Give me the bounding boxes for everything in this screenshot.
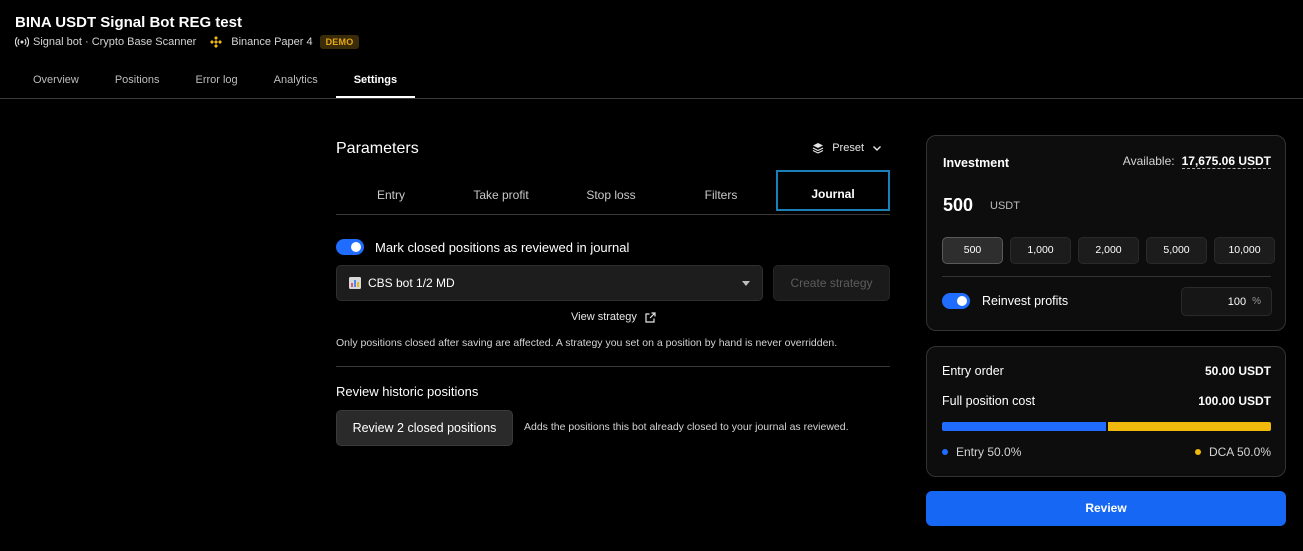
entry-legend-item: Entry 50.0%	[942, 445, 1021, 459]
section-divider	[336, 366, 890, 367]
amount-presets: 500 1,000 2,000 5,000 10,000	[942, 237, 1275, 264]
position-cost-card: Entry order 50.00 USDT Full position cos…	[926, 346, 1286, 477]
bar-chart-icon	[349, 277, 361, 289]
full-cost-row: Full position cost 100.00 USDT	[942, 394, 1271, 408]
journal-note: Only positions closed after saving are a…	[336, 337, 838, 349]
header-divider	[0, 98, 1303, 99]
tab-settings[interactable]: Settings	[335, 62, 416, 98]
tab-positions[interactable]: Positions	[97, 62, 178, 98]
cost-legend: Entry 50.0% DCA 50.0%	[942, 445, 1271, 459]
tab-error-log[interactable]: Error log	[177, 62, 255, 98]
entry-bar-segment	[942, 422, 1106, 431]
tab-filters[interactable]: Filters	[666, 170, 776, 214]
available-amount[interactable]: 17,675.06 USDT	[1181, 154, 1271, 169]
reinvest-toggle[interactable]	[942, 293, 970, 309]
review-button[interactable]: Review	[926, 491, 1286, 526]
dca-legend-item: DCA 50.0%	[1194, 445, 1271, 459]
signal-icon	[15, 36, 29, 48]
entry-order-value: 50.00 USDT	[1204, 364, 1271, 378]
binance-icon	[210, 36, 223, 48]
historic-title: Review historic positions	[336, 384, 479, 399]
account-name: Binance Paper 4	[231, 36, 313, 48]
parameters-title: Parameters	[336, 140, 419, 157]
review-closed-positions-button[interactable]: Review 2 closed positions	[336, 410, 513, 446]
view-strategy-link[interactable]: View strategy	[571, 311, 656, 323]
preset-dropdown[interactable]: Preset	[812, 142, 882, 154]
tab-take-profit[interactable]: Take profit	[446, 170, 556, 214]
investment-unit: USDT	[990, 200, 1020, 212]
tab-stop-loss[interactable]: Stop loss	[556, 170, 666, 214]
dca-dot-icon	[1194, 449, 1201, 455]
external-link-icon	[645, 311, 656, 323]
entry-dot-icon	[942, 449, 948, 455]
parameter-tabs: Entry Take profit Stop loss Filters Jour…	[336, 170, 890, 215]
full-cost-value: 100.00 USDT	[1198, 394, 1271, 408]
caret-down-icon	[742, 281, 750, 287]
tab-entry[interactable]: Entry	[336, 170, 446, 214]
strategy-select[interactable]: CBS bot 1/2 MD	[336, 265, 763, 301]
dca-legend-label: DCA 50.0%	[1208, 445, 1271, 459]
bot-type: Signal bot · Crypto Base Scanner	[33, 36, 197, 48]
dca-bar-segment	[1107, 422, 1271, 431]
entry-legend-label: Entry 50.0%	[956, 445, 1022, 459]
reinvest-label: Reinvest profits	[982, 294, 1069, 308]
page-title: BINA USDT Signal Bot REG test	[15, 14, 242, 31]
amount-1000-button[interactable]: 1,000	[1010, 237, 1071, 264]
available-balance: Available: 17,675.06 USDT	[1123, 154, 1271, 169]
main-tabs: Overview Positions Error log Analytics S…	[15, 62, 1303, 99]
chevron-down-icon	[872, 143, 882, 153]
full-cost-label: Full position cost	[942, 394, 1036, 408]
available-label: Available:	[1122, 154, 1175, 168]
tab-overview[interactable]: Overview	[15, 62, 97, 98]
mark-reviewed-toggle[interactable]	[336, 239, 364, 255]
tab-analytics[interactable]: Analytics	[256, 62, 336, 98]
create-strategy-button[interactable]: Create strategy	[773, 265, 890, 301]
reinvest-percent-value: 100	[1227, 295, 1247, 308]
mark-reviewed-row: Mark closed positions as reviewed in jou…	[336, 239, 629, 255]
view-strategy-label: View strategy	[571, 311, 637, 323]
layers-icon	[812, 142, 824, 154]
tab-journal[interactable]: Journal	[776, 170, 890, 211]
preset-label: Preset	[832, 142, 864, 154]
strategy-value: CBS bot 1/2 MD	[368, 276, 455, 290]
amount-2000-button[interactable]: 2,000	[1078, 237, 1139, 264]
percent-unit: %	[1252, 296, 1261, 307]
historic-note: Adds the positions this bot already clos…	[524, 421, 849, 433]
investment-card: Investment Available: 17,675.06 USDT 500…	[926, 135, 1286, 331]
cost-split-bar	[942, 422, 1271, 431]
entry-order-row: Entry order 50.00 USDT	[942, 364, 1271, 378]
amount-500-button[interactable]: 500	[942, 237, 1003, 264]
card-divider	[942, 276, 1271, 277]
reinvest-row: Reinvest profits	[942, 293, 1068, 309]
bot-subtitle: Signal bot · Crypto Base Scanner Binance…	[15, 35, 360, 49]
demo-badge: DEMO	[319, 35, 360, 49]
mark-reviewed-label: Mark closed positions as reviewed in jou…	[375, 239, 630, 255]
investment-value[interactable]: 500	[943, 195, 973, 216]
entry-order-label: Entry order	[942, 364, 1004, 378]
amount-10000-button[interactable]: 10,000	[1214, 237, 1275, 264]
reinvest-percent-input[interactable]: 100 %	[1181, 287, 1272, 316]
amount-5000-button[interactable]: 5,000	[1146, 237, 1207, 264]
investment-title: Investment	[943, 156, 1009, 170]
